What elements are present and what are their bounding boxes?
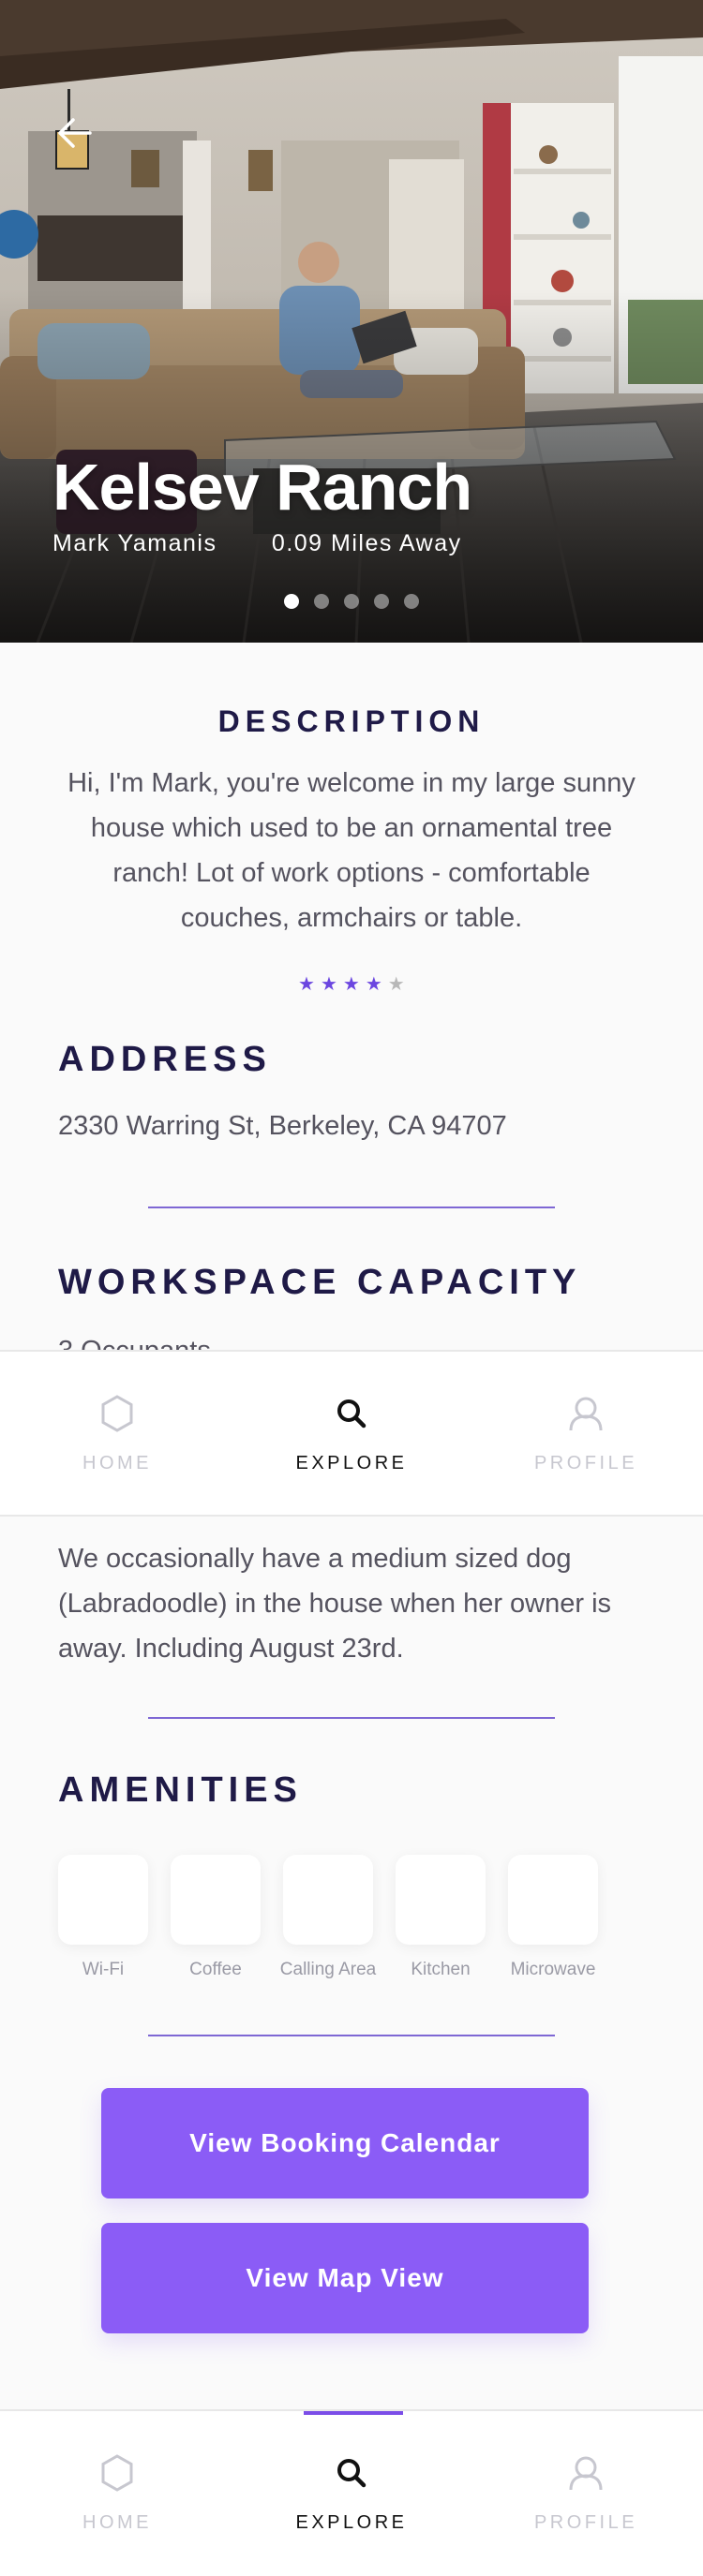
distance-label: 0.09 Miles Away	[271, 530, 462, 556]
amenity-tile[interactable]	[171, 1855, 261, 1945]
hero-photo: Kelsev Ranch Mark Yamanis 0.09 Miles Awa…	[0, 0, 703, 643]
nav-profile-label: PROFILE	[533, 2512, 638, 2533]
star-icon: ★	[298, 974, 315, 995]
nav-home[interactable]: HOME	[0, 1352, 234, 1515]
view-map-button[interactable]: View Map View	[101, 2223, 589, 2333]
bottom-navigation: HOME EXPLORE PROFILE	[0, 2409, 703, 2576]
divider	[148, 1207, 555, 1208]
description-text: Hi, I'm Mark, you're welcome in my large…	[67, 768, 636, 933]
address-text: 2330 Warring St, Berkeley, CA 94707	[58, 1111, 507, 1141]
photo-dot-5[interactable]	[404, 594, 419, 609]
divider	[148, 2035, 555, 2036]
amenities-heading: AMENITIES	[58, 1770, 303, 1810]
divider	[148, 1717, 555, 1719]
amenity-label: Microwave	[510, 1960, 596, 1979]
amenity-label: Kitchen	[411, 1960, 471, 1979]
nav-profile[interactable]: PROFILE	[469, 1352, 703, 1515]
active-tab-indicator	[304, 2411, 403, 2415]
photo-dot-4[interactable]	[374, 594, 389, 609]
star-icon: ★	[365, 974, 382, 995]
search-icon	[337, 2459, 366, 2488]
amenity-label: Calling Area	[279, 1960, 377, 1979]
host-name: Mark Yamanis	[52, 530, 217, 556]
nav-explore[interactable]: EXPLORE	[234, 1352, 469, 1515]
bottom-navigation-overlay: HOME EXPLORE PROFILE	[0, 1350, 703, 1517]
user-icon	[569, 1397, 603, 1431]
amenity-tile[interactable]	[508, 1855, 598, 1945]
amenity-label: Coffee	[189, 1960, 242, 1979]
hexagon-icon	[101, 2454, 133, 2492]
rating-stars: ★ ★ ★ ★ ★	[298, 972, 405, 996]
listing-meta: Mark Yamanis 0.09 Miles Away	[52, 530, 509, 557]
star-empty-icon: ★	[387, 974, 405, 995]
user-icon	[569, 2456, 603, 2491]
view-booking-calendar-button[interactable]: View Booking Calendar	[101, 2088, 589, 2198]
amenity-tile[interactable]	[58, 1855, 148, 1945]
nav-profile[interactable]: PROFILE	[469, 2411, 703, 2576]
amenity-coffee: Coffee	[171, 1855, 261, 1980]
back-button[interactable]	[52, 111, 97, 155]
capacity-heading: WORKSPACE CAPACITY	[58, 1263, 582, 1302]
nav-home[interactable]: HOME	[0, 2411, 234, 2576]
listing-title: Kelsev Ranch	[52, 451, 472, 524]
photo-dot-2[interactable]	[314, 594, 329, 609]
star-icon: ★	[320, 974, 337, 995]
amenity-tile[interactable]	[396, 1855, 486, 1945]
nav-explore-label: EXPLORE	[295, 1453, 408, 1473]
amenity-wifi: Wi-Fi	[58, 1855, 148, 1980]
photo-dot-3[interactable]	[344, 594, 359, 609]
nav-home-label: HOME	[82, 1453, 152, 1473]
nav-explore[interactable]: EXPLORE	[234, 2411, 469, 2576]
nav-profile-label: PROFILE	[533, 1453, 638, 1473]
hexagon-icon	[101, 1395, 133, 1432]
amenity-calling-area: Calling Area	[279, 1855, 377, 1980]
search-icon	[337, 1399, 366, 1429]
amenities-list: Wi-Fi Coffee Calling Area Kitchen Microw…	[58, 1855, 598, 1980]
nav-explore-label: EXPLORE	[295, 2512, 408, 2533]
amenity-microwave: Microwave	[508, 1855, 598, 1980]
amenity-kitchen: Kitchen	[396, 1855, 486, 1980]
description-heading: DESCRIPTION	[217, 704, 486, 738]
star-icon: ★	[342, 974, 360, 995]
arrow-left-icon	[58, 118, 92, 148]
address-heading: ADDRESS	[58, 1040, 272, 1079]
nav-home-label: HOME	[82, 2512, 152, 2533]
photo-pagination	[284, 594, 419, 609]
house-notes-text: We occasionally have a medium sized dog …	[58, 1544, 612, 1664]
amenity-label: Wi-Fi	[82, 1960, 125, 1979]
photo-dot-1[interactable]	[284, 594, 299, 609]
amenity-tile[interactable]	[283, 1855, 373, 1945]
